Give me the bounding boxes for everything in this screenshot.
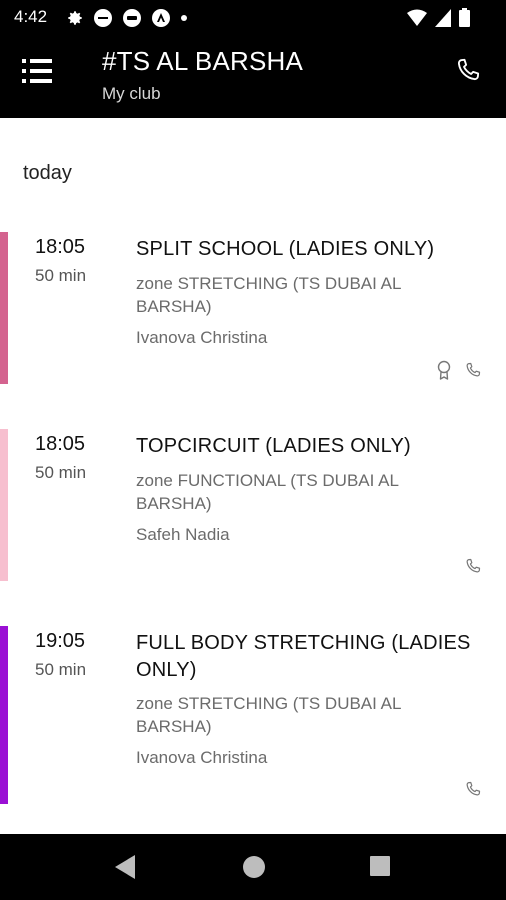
battery-icon — [459, 8, 470, 27]
back-triangle-icon — [113, 855, 137, 884]
session-color-bar — [0, 626, 8, 804]
menu-button[interactable] — [22, 56, 62, 92]
session-name: FULL BODY STRETCHING (LADIES ONLY) — [136, 632, 471, 681]
session-color-bar — [0, 429, 8, 581]
award-icon[interactable] — [436, 360, 452, 385]
call-club-button[interactable] — [454, 56, 490, 92]
phone-icon[interactable] — [464, 557, 482, 580]
session-actions — [464, 780, 482, 803]
session-card[interactable]: 19:05 50 min FULL BODY STRETCHING (LADIE… — [0, 626, 506, 804]
session-duration: 50 min — [35, 660, 87, 679]
gear-icon — [66, 9, 84, 27]
session-name: TOPCIRCUIT (LADIES ONLY) — [136, 435, 411, 457]
session-time: 18:05 — [35, 433, 86, 455]
phone-icon[interactable] — [464, 361, 482, 384]
more-notifications-dot-icon — [180, 14, 188, 22]
day-label: today — [23, 162, 72, 184]
status-time: 4:42 — [14, 7, 48, 26]
system-nav-bar — [0, 834, 506, 900]
club-subtitle: My club — [102, 84, 161, 103]
session-trainer: Safeh Nadia — [136, 525, 230, 544]
phone-icon[interactable] — [464, 780, 482, 803]
session-trainer: Ivanova Christina — [136, 328, 268, 347]
do-not-disturb-icon — [93, 8, 113, 28]
menu-icon — [22, 59, 54, 90]
club-title: #TS AL BARSHA — [102, 46, 304, 76]
home-button[interactable] — [241, 854, 267, 880]
session-card[interactable]: 18:05 50 min TOPCIRCUIT (LADIES ONLY) zo… — [0, 429, 506, 581]
cellular-signal-icon — [435, 8, 451, 27]
app-bar: #TS AL BARSHA My club — [0, 34, 506, 118]
back-button[interactable] — [113, 854, 139, 880]
session-zone: zone STRETCHING (TS DUBAI AL BARSHA) — [136, 274, 401, 316]
phone-icon — [454, 58, 482, 88]
session-actions — [464, 557, 482, 580]
app-notification-icon — [122, 8, 142, 28]
session-color-bar — [0, 232, 8, 384]
session-time: 18:05 — [35, 236, 86, 258]
session-card[interactable]: 18:05 50 min SPLIT SCHOOL (LADIES ONLY) … — [0, 232, 506, 384]
status-icons-left — [66, 8, 188, 28]
recents-button[interactable] — [368, 854, 394, 880]
session-zone: zone FUNCTIONAL (TS DUBAI AL BARSHA) — [136, 471, 399, 513]
app-notification-icon-2 — [151, 8, 171, 28]
session-name: SPLIT SCHOOL (LADIES ONLY) — [136, 238, 435, 260]
schedule-list[interactable]: today 18:05 50 min SPLIT SCHOOL (LADIES … — [0, 118, 506, 834]
home-circle-icon — [241, 856, 267, 884]
session-duration: 50 min — [35, 266, 87, 285]
session-zone: zone STRETCHING (TS DUBAI AL BARSHA) — [136, 694, 401, 736]
status-bar: 4:42 — [0, 0, 506, 34]
status-icons-right — [407, 8, 470, 27]
session-time: 19:05 — [35, 630, 86, 652]
wifi-icon — [407, 9, 427, 27]
session-trainer: Ivanova Christina — [136, 748, 268, 767]
session-actions — [436, 360, 482, 385]
session-duration: 50 min — [35, 463, 87, 482]
recents-square-icon — [368, 856, 392, 882]
